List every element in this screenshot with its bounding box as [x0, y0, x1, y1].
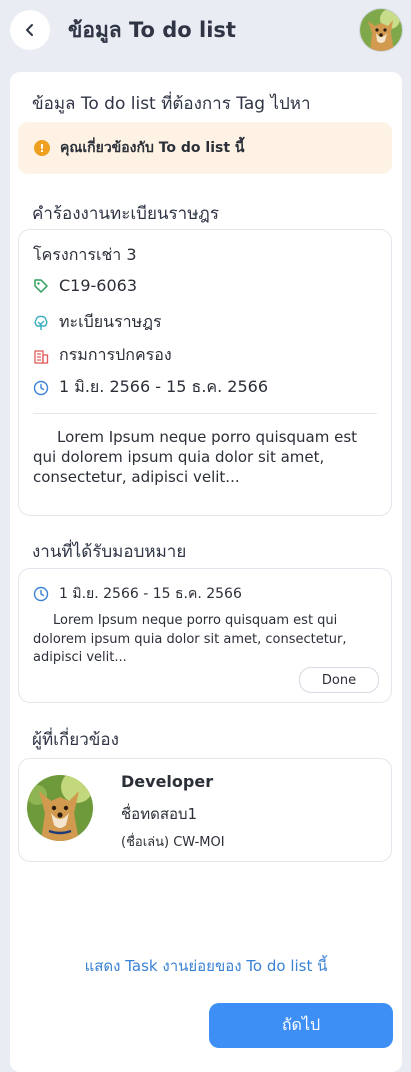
- card-divider: [33, 413, 377, 414]
- date-row: 1 มิ.ย. 2566 - 15 ธ.ค. 2566: [33, 375, 268, 400]
- show-subtasks-link[interactable]: แสดง Task งานย่อยของ To do list นี้: [10, 954, 402, 978]
- clock-icon: [33, 586, 49, 602]
- clock-icon: [33, 380, 49, 396]
- banner-text: คุณเกี่ยวข้องกับ To do list นี้: [60, 140, 245, 156]
- done-button[interactable]: Done: [299, 667, 379, 693]
- person-avatar: [27, 775, 93, 841]
- user-avatar[interactable]: [359, 8, 403, 52]
- back-button[interactable]: [10, 10, 50, 50]
- tree-icon: [33, 315, 49, 331]
- person-nickname: (ชื่อเล่น) CW-MOI: [121, 835, 225, 850]
- project-name: โครงการเช่า 3: [33, 245, 137, 264]
- date-text: 1 มิ.ย. 2566 - 15 ธ.ค. 2566: [59, 377, 268, 396]
- section-title-related: ผู้ที่เกี่ยวข้อง: [32, 730, 119, 750]
- department-row: กรมการปกครอง: [33, 343, 172, 368]
- assigned-card[interactable]: 1 มิ.ย. 2566 - 15 ธ.ค. 2566 Lorem Ipsum …: [18, 568, 392, 703]
- info-banner: ! คุณเกี่ยวข้องกับ To do list นี้: [18, 122, 392, 174]
- person-name: ชื่อทดสอบ1: [121, 805, 198, 823]
- code-row: C19-6063: [33, 276, 137, 295]
- department-text: กรมการปกครอง: [59, 345, 172, 364]
- person-role: Developer: [121, 772, 214, 791]
- request-description: Lorem Ipsum neque porro quisquam est qui…: [33, 428, 358, 486]
- request-card[interactable]: โครงการเช่า 3 C19-6063 ทะเบียนราษฎร กรมก…: [18, 229, 392, 516]
- section-title-todo: ข้อมูล To do list ที่ต้องการ Tag ไปหา: [32, 94, 311, 114]
- content-sheet: ข้อมูล To do list ที่ต้องการ Tag ไปหา ! …: [10, 72, 402, 1072]
- tag-icon: [33, 278, 49, 294]
- section-title-assigned: งานที่ได้รับมอบหมาย: [32, 542, 187, 562]
- assigned-date-text: 1 มิ.ย. 2566 - 15 ธ.ค. 2566: [59, 586, 242, 602]
- page-title: ข้อมูล To do list: [68, 18, 236, 42]
- code-text: C19-6063: [59, 276, 138, 295]
- assigned-date-row: 1 มิ.ย. 2566 - 15 ธ.ค. 2566: [33, 583, 242, 605]
- top-bar: ข้อมูล To do list: [0, 0, 411, 64]
- chevron-left-icon: [26, 24, 33, 36]
- section-title-request: คำร้องงานทะเบียนราษฎร: [32, 204, 219, 224]
- person-card[interactable]: Developer ชื่อทดสอบ1 (ชื่อเล่น) CW-MOI: [18, 758, 392, 862]
- building-icon: [33, 348, 49, 364]
- assigned-description: Lorem Ipsum neque porro quisquam est qui…: [33, 613, 347, 665]
- info-icon: !: [34, 140, 50, 156]
- category-text: ทะเบียนราษฎร: [59, 312, 162, 331]
- next-button[interactable]: ถัดไป: [209, 1003, 393, 1048]
- category-row: ทะเบียนราษฎร: [33, 310, 162, 335]
